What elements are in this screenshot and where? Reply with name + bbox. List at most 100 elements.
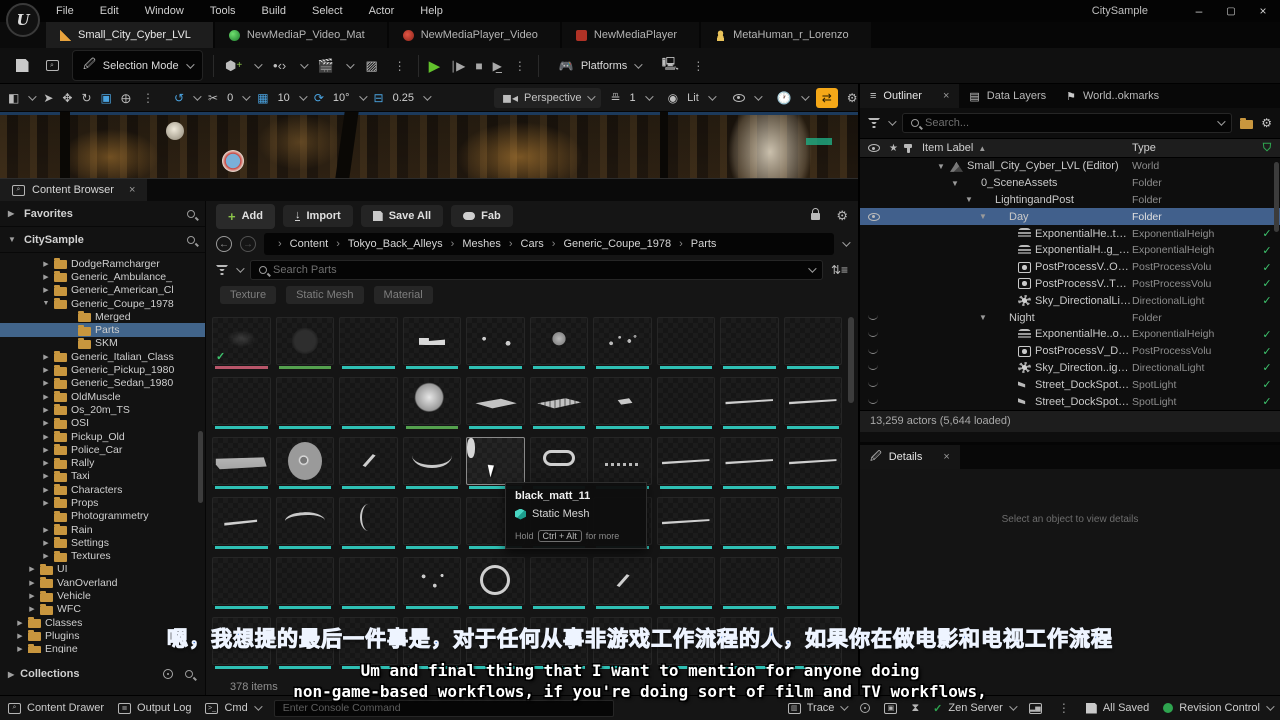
game-view-toggle[interactable]: ⇄ [816,88,838,108]
outliner-row[interactable]: PostProcessV..TO_Sky_day2 PostProcessVol… [860,276,1280,293]
asset-tile[interactable] [530,437,589,485]
asset-tile[interactable] [339,557,398,605]
asset-tile[interactable] [657,497,716,545]
outliner-row[interactable]: ▼ Night Folder [860,309,1280,326]
expander-icon[interactable]: ▼ [978,313,988,322]
menu-item[interactable]: Tools [210,5,236,17]
asset-tile[interactable] [593,557,652,605]
tree-scrollbar[interactable] [198,431,203,503]
rotate-tool-icon[interactable]: ↻ [81,91,91,105]
forward-button[interactable]: → [240,236,256,252]
expander-icon[interactable]: ▶ [42,499,50,507]
expander-icon[interactable]: ▶ [16,632,24,640]
folder-tree-item[interactable]: ▶ Rain [0,523,205,536]
asset-tile[interactable] [339,437,398,485]
output-log-button[interactable]: ≣ Output Log [118,702,191,714]
expander-icon[interactable]: ▶ [28,592,36,600]
cmd-dropdown[interactable]: >_ Cmd [205,702,259,714]
rotation-snap-value[interactable]: 10° [333,92,350,104]
import-button[interactable]: ↓ Import [283,205,353,227]
folder-tree-item[interactable]: ▶ Generic_American_Cl [0,284,205,297]
asset-tile[interactable] [276,437,335,485]
menu-item[interactable]: Actor [369,5,395,17]
expander-icon[interactable]: ▶ [42,379,50,387]
folder-tree-item[interactable]: Merged [0,310,205,323]
expander-icon[interactable]: ▶ [42,433,50,441]
asset-tile[interactable] [212,617,271,665]
asset-tile[interactable] [784,437,843,485]
source-control-column-icon[interactable]: ⛉ [1254,142,1280,155]
maximize-button[interactable]: ▢ [1224,6,1238,17]
row-visibility-gutter[interactable] [860,382,922,387]
row-visibility-gutter[interactable] [860,365,922,370]
folder-tree-item[interactable]: Parts [0,323,205,336]
item-label-column[interactable]: Item Label ▲ [922,142,1132,154]
rotation-snap-icon[interactable]: ⟳ [314,91,324,105]
asset-tile[interactable] [403,557,462,605]
close-icon[interactable]: × [943,451,949,463]
asset-tile[interactable] [466,317,525,365]
search-icon[interactable] [187,236,195,244]
eye-closed-icon[interactable] [868,382,878,387]
expander-icon[interactable]: ▶ [42,539,50,547]
sort-icon[interactable]: ⇅≡ [831,263,848,277]
folder-tree-item[interactable]: ▶ VanOverland [0,576,205,589]
breadcrumb-segment[interactable]: Tokyo_Back_Alleys [332,238,442,250]
derived-data-icon[interactable]: ▂▅ [1029,703,1042,714]
folder-tree-item[interactable]: ▶ Rally [0,456,205,469]
folder-tree-item[interactable]: ▶ DodgeRamcharger [0,257,205,270]
content-browser-tab[interactable]: ⌕ Content Browser × [0,179,147,201]
revision-control-dropdown[interactable]: Revision Control [1163,702,1272,714]
asset-tile[interactable] [720,317,779,365]
asset-tile[interactable] [720,497,779,545]
all-saved-indicator[interactable]: All Saved [1086,702,1149,714]
menu-item[interactable]: Build [262,5,286,17]
platforms-dropdown[interactable]: 🎮 Platforms [549,55,650,77]
folder-tree-item[interactable]: ▶ Generic_Ambulance_ [0,270,205,283]
details-tab[interactable]: 🖉 Details × [860,445,960,469]
expander-icon[interactable]: ▼ [964,195,974,204]
show-flags-icon[interactable] [733,94,745,102]
eye-closed-icon[interactable] [868,399,878,404]
save-icon[interactable] [12,56,32,76]
expander-icon[interactable]: ▶ [42,353,50,361]
collections-header[interactable]: ▶ Collections [0,661,205,687]
launch-button[interactable]: ▶̲ [493,59,502,73]
chevron-down-icon[interactable] [888,117,896,125]
expander-icon[interactable]: ▶ [42,366,50,374]
expander-icon[interactable]: ▶ [42,552,50,560]
asset-tile[interactable] [403,497,462,545]
folder-tree-item[interactable]: ▶ Characters [0,483,205,496]
outliner-row[interactable]: Sky_Direction..igh_Sun_Night Directional… [860,360,1280,377]
performance-icon[interactable]: 🕐 [777,91,792,105]
close-icon[interactable]: × [129,184,135,196]
move-tool-icon[interactable]: ✥ [62,91,72,105]
type-column[interactable]: Type [1132,142,1254,154]
breadcrumb-segment[interactable]: Content [274,238,328,250]
viewport-settings-icon[interactable]: ⚙ [847,91,858,105]
folder-tree-item[interactable]: ▶ Engine [0,643,205,653]
grid-snap-icon[interactable]: ▦ [257,91,268,105]
outliner-row[interactable]: Sky_DirectionalLigh_Sun_Day DirectionalL… [860,292,1280,309]
asset-tile[interactable] [212,377,271,425]
project-root-header[interactable]: ▼ CitySample [0,227,205,253]
lit-label[interactable]: Lit [687,92,699,104]
outliner-row[interactable]: PostProcessV..O_Sky_day_0G PostProcessVo… [860,259,1280,276]
asset-tab[interactable]: Small_City_Cyber_LVL [46,22,213,48]
grid-snap-value[interactable]: 10 [278,92,290,104]
folder-tree-item[interactable]: Photogrammetry [0,510,205,523]
eye-closed-icon[interactable] [868,315,878,320]
viewport-options-icon[interactable]: ◧ [8,91,19,105]
play-from-here-button[interactable]: ∣▶ [450,59,465,73]
expander-icon[interactable]: ▶ [42,446,50,454]
asset-tile[interactable] [657,377,716,425]
asset-tile[interactable] [212,497,271,545]
perspective-dropdown[interactable]: ◼◂ Perspective [494,88,601,108]
play-options-icon[interactable]: ⋮ [512,59,528,73]
asset-tile[interactable] [339,317,398,365]
asset-tile[interactable] [530,557,589,605]
folder-tree-item[interactable]: ▶ OSI [0,417,205,430]
expander-icon[interactable]: ▶ [42,419,50,427]
fab-button[interactable]: Fab [451,205,513,227]
asset-tile[interactable] [593,377,652,425]
